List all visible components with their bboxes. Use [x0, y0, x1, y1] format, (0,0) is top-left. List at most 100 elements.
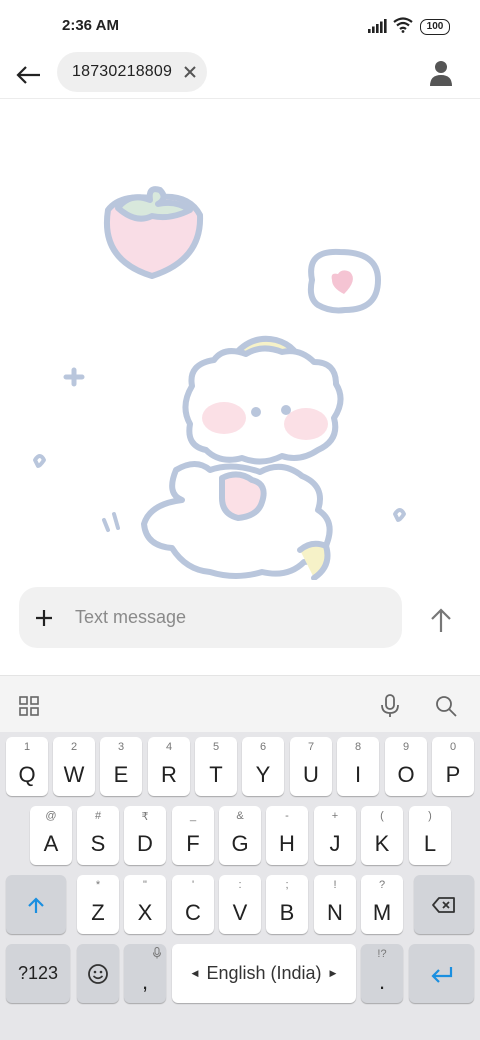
key-label: I	[354, 762, 362, 787]
key-m[interactable]: ? M	[361, 875, 403, 934]
key-y[interactable]: 6Y	[242, 737, 284, 796]
key-hint: 3	[117, 741, 125, 753]
key-hint: #	[94, 810, 102, 822]
enter-key[interactable]	[409, 944, 474, 1003]
key-hint: 6	[259, 741, 267, 753]
key-hint: _	[189, 810, 197, 822]
conversation-header: 18730218809	[0, 52, 480, 99]
microphone-icon[interactable]	[378, 693, 402, 719]
key-label: Y	[255, 762, 271, 787]
key-label: F	[186, 831, 200, 856]
key-c[interactable]: ' C	[172, 875, 214, 934]
key-v[interactable]: :V	[219, 875, 261, 934]
key-e[interactable]: 3E	[100, 737, 142, 796]
key-label: R	[161, 762, 177, 787]
key-hint: 5	[212, 741, 220, 753]
key-d[interactable]: ₹ D	[124, 806, 166, 865]
key-label: T	[209, 762, 223, 787]
period-key-hint: !?	[377, 948, 387, 960]
key-i[interactable]: 8I	[337, 737, 379, 796]
key-label: B	[279, 900, 295, 925]
key-h[interactable]: -H	[266, 806, 308, 865]
key-label: S	[90, 831, 106, 856]
key-a[interactable]: @ A	[30, 806, 72, 865]
key-q[interactable]: 1Q	[6, 737, 48, 796]
period-key-label: .	[378, 969, 386, 994]
key-label: Z	[91, 900, 105, 925]
key-l[interactable]: ) L	[409, 806, 451, 865]
key-g[interactable]: & G	[219, 806, 261, 865]
key-o[interactable]: 9O	[385, 737, 427, 796]
add-attachment-icon[interactable]	[33, 607, 55, 629]
chat-wallpaper-illustration	[33, 186, 406, 580]
key-hint: 1	[23, 741, 31, 753]
key-hint: !	[333, 879, 337, 891]
key-label: C	[185, 900, 201, 925]
soft-keyboard: 1Q 2W 3E 4R 5T 6Y 7U 8I 9O 0P @ A # S ₹ D _…	[0, 732, 480, 1040]
key-p[interactable]: 0P	[432, 737, 474, 796]
key-n[interactable]: ! N	[314, 875, 356, 934]
key-label: L	[423, 831, 437, 856]
shift-key[interactable]	[6, 875, 66, 934]
backspace-icon	[432, 896, 455, 913]
key-hint: @	[45, 810, 57, 822]
symbols-key-label: ?123	[17, 963, 59, 983]
key-b[interactable]: ; B	[266, 875, 308, 934]
recipient-chip[interactable]: 18730218809	[57, 52, 207, 92]
key-j[interactable]: + J	[314, 806, 356, 865]
key-hint: +	[331, 810, 339, 822]
key-label: M	[372, 900, 392, 925]
key-hint: '	[191, 879, 195, 891]
key-hint: ?	[378, 879, 386, 891]
key-hint: -	[285, 810, 289, 822]
grid-menu-icon[interactable]	[18, 695, 40, 717]
status-bar: 2:36 AM 100	[0, 0, 480, 52]
key-label: D	[137, 831, 153, 856]
symbols-key[interactable]: ?123	[6, 944, 70, 1003]
voice-input-mic-icon	[153, 947, 161, 959]
key-f[interactable]: _ F	[172, 806, 214, 865]
key-hint: ₹	[141, 811, 149, 823]
key-label: U	[303, 762, 319, 787]
key-z[interactable]: * Z	[77, 875, 119, 934]
send-arrow-icon[interactable]	[424, 604, 458, 638]
key-hint: 7	[307, 741, 315, 753]
comma-key[interactable]: ,	[124, 944, 166, 1003]
language-right-arrow-icon: ▶	[329, 968, 337, 978]
keyboard-toolbar	[0, 675, 480, 733]
key-label: X	[137, 900, 153, 925]
signal-icon	[368, 19, 387, 33]
shift-arrow-icon	[28, 896, 44, 913]
key-t[interactable]: 5T	[195, 737, 237, 796]
key-s[interactable]: # S	[77, 806, 119, 865]
key-label: O	[397, 762, 415, 787]
enter-return-icon	[430, 966, 452, 983]
key-hint: 0	[449, 741, 457, 753]
key-r[interactable]: 4R	[148, 737, 190, 796]
compose-bar	[19, 587, 402, 648]
key-hint: 4	[165, 741, 173, 753]
key-hint: :	[238, 879, 242, 891]
message-input[interactable]	[75, 603, 375, 631]
backspace-key[interactable]	[414, 875, 474, 934]
key-hint: )	[428, 810, 432, 822]
remove-recipient-icon[interactable]	[181, 63, 199, 81]
space-key[interactable]: ◀ English (India) ▶	[172, 944, 356, 1003]
key-label: A	[43, 831, 59, 856]
status-time: 2:36 AM	[62, 17, 119, 34]
key-x[interactable]: " X	[124, 875, 166, 934]
wifi-icon	[393, 17, 413, 33]
search-icon[interactable]	[434, 694, 458, 718]
key-label: G	[231, 831, 249, 856]
key-w[interactable]: 2W	[53, 737, 95, 796]
key-label: K	[374, 831, 390, 856]
period-key[interactable]: !? .	[361, 944, 403, 1003]
emoji-key[interactable]	[77, 944, 119, 1003]
key-label: J	[329, 831, 341, 856]
key-hint: "	[143, 879, 147, 891]
back-arrow-icon[interactable]	[12, 58, 46, 92]
key-label: W	[63, 762, 85, 787]
key-k[interactable]: (K	[361, 806, 403, 865]
contact-person-icon[interactable]	[426, 58, 456, 88]
key-u[interactable]: 7U	[290, 737, 332, 796]
